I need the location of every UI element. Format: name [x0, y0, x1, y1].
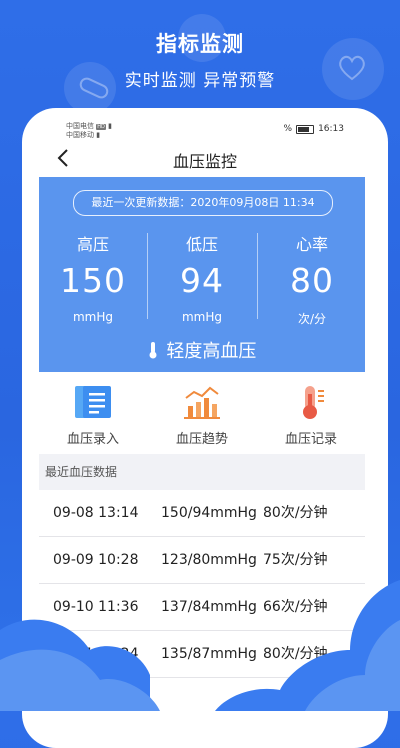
nav-bar: 血压监控	[22, 144, 388, 174]
metric-diastolic: 低压 94 mmHg	[148, 225, 256, 325]
metric-unit: 次/分	[297, 312, 327, 326]
record-time: 09-09 10:28	[53, 552, 139, 568]
menu-label: 血压趋势	[175, 432, 228, 447]
metric-label: 高压	[76, 235, 109, 254]
carrier-info: 中国电信 HD ▮ 中国移动 ▮	[66, 122, 112, 139]
carrier-badge: HD	[96, 124, 106, 130]
promo-subtitle: 实时监测 异常预警	[124, 71, 276, 91]
cloud-decoration	[0, 580, 400, 711]
carrier-2: 中国移动	[66, 131, 94, 139]
record-time: 09-08 13:14	[53, 505, 139, 521]
battery-icon	[296, 124, 315, 134]
bp-status-label: 轻度高血压	[166, 341, 257, 362]
clock: 16:13	[318, 124, 344, 134]
battery-percent: %	[283, 124, 293, 134]
record-heart-rate: 80次/分钟	[263, 505, 328, 521]
metric-value: 80	[290, 261, 334, 300]
metric-heart-rate: 心率 80 次/分	[258, 225, 366, 326]
menu-label: 血压记录	[284, 432, 337, 447]
notebook-icon	[75, 386, 111, 418]
menu-label: 血压录入	[66, 432, 119, 447]
metric-label: 低压	[185, 235, 218, 254]
bar-trend-icon	[184, 386, 220, 419]
thermometer-icon	[149, 342, 157, 359]
status-right: % 16:13	[284, 124, 345, 134]
metric-value: 94	[180, 261, 224, 300]
record-heart-rate: 75次/分钟	[263, 552, 328, 568]
signal-icon: ▮	[96, 131, 101, 139]
metric-systolic: 高压 150 mmHg	[39, 225, 147, 325]
metric-value: 150	[60, 261, 126, 300]
metric-label: 心率	[295, 235, 328, 254]
menu-bp-records[interactable]: 血压记录	[257, 380, 365, 447]
status-bar: 中国电信 HD ▮ 中国移动 ▮ % 16:13	[22, 108, 388, 142]
records-section-header: 最近血压数据	[39, 454, 365, 490]
bp-status: 轻度高血压	[39, 337, 365, 363]
signal-icon: ▮	[108, 122, 112, 130]
menu-bp-entry[interactable]: 血压录入	[39, 380, 147, 447]
thermometer-icon	[303, 386, 324, 419]
page-title: 血压监控	[172, 152, 237, 171]
menu-bp-trend[interactable]: 血压趋势	[148, 380, 256, 447]
metric-unit: mmHg	[72, 310, 114, 324]
record-row[interactable]: 09-08 13:14 150/94mmHg 80次/分钟	[39, 490, 365, 537]
blood-pressure-card: 最近一次更新数据：2020年09月08日 11:34 高压 150 mmHg 低…	[39, 177, 365, 372]
record-row[interactable]: 09-09 10:28 123/80mmHg 75次/分钟	[39, 537, 365, 584]
promo-title: 指标监测	[156, 32, 244, 56]
record-bp: 123/80mmHg	[161, 552, 257, 568]
record-bp: 150/94mmHg	[161, 505, 257, 521]
carrier-1: 中国电信	[66, 122, 94, 130]
quick-menu: 血压录入 血压趋势 血压记录	[39, 380, 365, 450]
metric-unit: mmHg	[181, 310, 223, 324]
last-update-pill: 最近一次更新数据：2020年09月08日 11:34	[73, 190, 333, 216]
